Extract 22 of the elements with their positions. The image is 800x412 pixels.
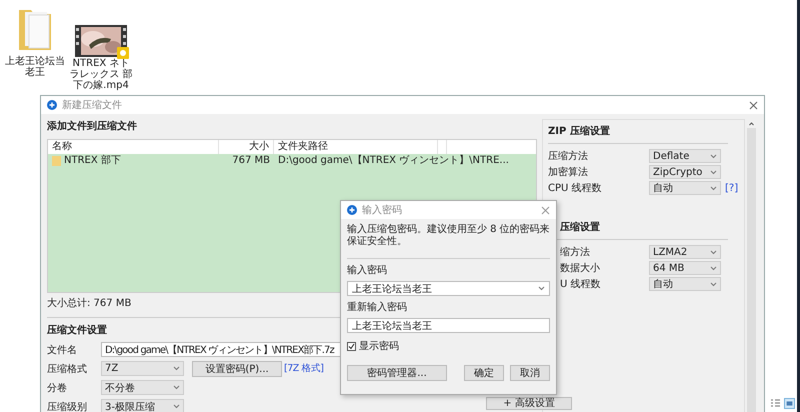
field-label: 分卷 bbox=[47, 382, 68, 394]
instruction-text: 输入压缩包密码。建议使用至少 8 位的密码来保证安全性。 bbox=[347, 224, 550, 249]
field-label: 数据大小 bbox=[559, 262, 601, 275]
total-size: 大小总计: 767 MB bbox=[47, 298, 132, 310]
field-label: U 线程数 bbox=[559, 278, 602, 291]
field-label: 重新输入密码 bbox=[347, 302, 408, 314]
section-title: 压缩文件设置 bbox=[47, 325, 107, 337]
table-cell: NTREX 部下 bbox=[64, 154, 121, 168]
field-label: 压缩方法 bbox=[548, 150, 589, 163]
field-label: CPU 线程数 bbox=[548, 182, 603, 195]
field-label: 缩方法 bbox=[559, 246, 591, 259]
section-title: 添加文件到压缩文件 bbox=[47, 121, 137, 133]
section-title: ZIP 压缩设置 bbox=[548, 126, 728, 144]
table-cell-text: D:\good game\【NTREX ヴィンセント】\NTRE... bbox=[277, 154, 510, 168]
field-label: 文件名 bbox=[47, 344, 78, 356]
field-label: 压缩格式 bbox=[47, 362, 88, 376]
field-label: 压缩级别 bbox=[47, 400, 88, 412]
window-title: 新建压缩文件 bbox=[62, 98, 122, 112]
table-cell-text: 767 MB bbox=[231, 154, 271, 168]
field-label: 输入密码 bbox=[347, 265, 388, 277]
field-label: 加密算法 bbox=[548, 166, 589, 179]
dialog-title: 输入密码 bbox=[362, 204, 402, 217]
